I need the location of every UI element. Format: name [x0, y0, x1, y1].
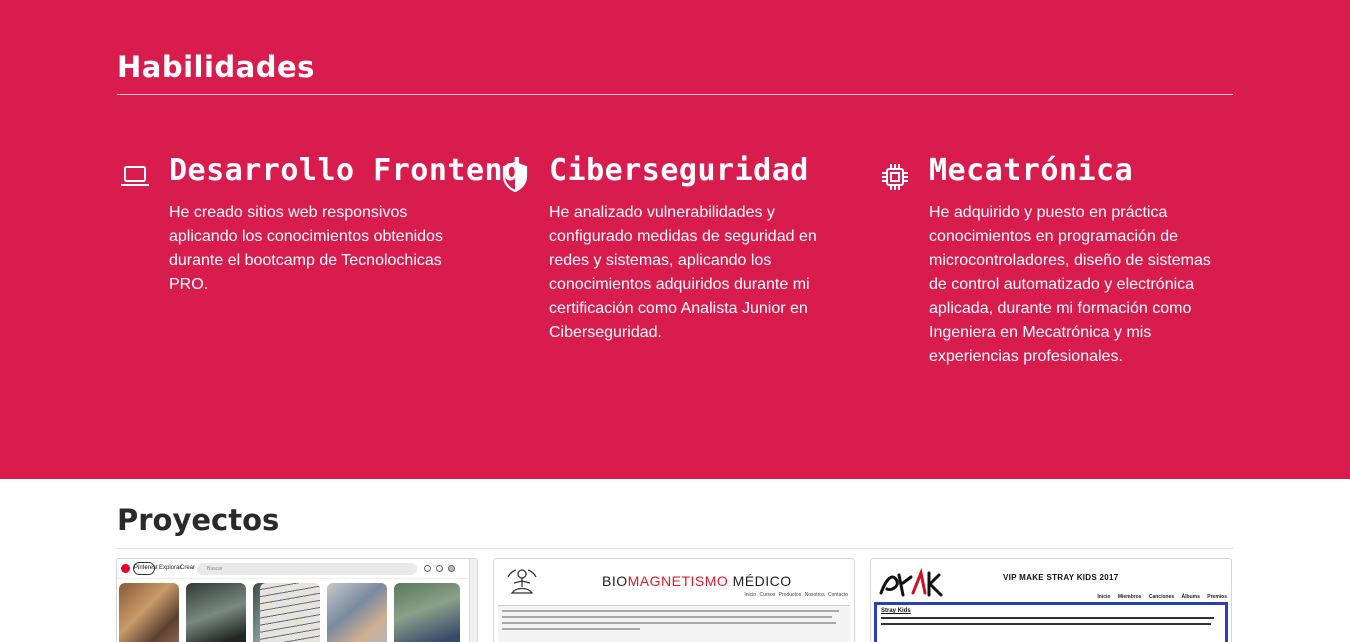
preview-site-title: BIOMAGNETISMO MÉDICO: [602, 573, 792, 589]
message-icon: [436, 565, 443, 572]
project-card-stray-kids[interactable]: VIP MAKE STRAY KIDS 2017 Inicio Miembros…: [870, 558, 1232, 642]
pinterest-logo: Pinterest: [133, 562, 158, 575]
stray-kids-logo-icon: [877, 567, 947, 601]
shield-icon: [497, 159, 533, 195]
skill-description: He creado sitios web responsivos aplican…: [169, 204, 443, 293]
title-prefix: BIO: [602, 573, 628, 589]
preview-site-title: VIP MAKE STRAY KIDS 2017: [1003, 573, 1119, 582]
avatar-icon: [448, 565, 455, 572]
preview-nav: Inicio Cursos Productos Nosotros Contact…: [744, 592, 848, 598]
project-preview-header: Pinterest Explorar Crear Buscar: [117, 559, 477, 579]
preview-pin: [119, 583, 179, 642]
notification-icon: [424, 565, 431, 572]
skills-divider: [117, 94, 1233, 95]
preview-nav-explore: Explorar: [159, 565, 182, 571]
preview-pin: [327, 583, 387, 642]
preview-section-label: Stray Kids: [881, 608, 911, 614]
title-accent: MAGNETISMO: [627, 573, 729, 589]
preview-nav: Inicio Miembros Canciones Álbums Premios: [1097, 594, 1227, 600]
skill-description: He adquirido y puesto en práctica conoci…: [929, 204, 1211, 365]
projects-title: Proyectos: [117, 503, 280, 537]
chip-icon: [877, 159, 913, 195]
meditation-logo-icon: [504, 565, 540, 601]
preview-search: Buscar: [197, 563, 417, 575]
project-card-biomagnetismo[interactable]: BIOMAGNETISMO MÉDICO Inicio Cursos Produ…: [493, 558, 855, 642]
preview-nav-create: Crear: [180, 565, 196, 571]
skill-name: Desarrollo Frontend: [169, 153, 522, 188]
preview-content-panel: Stray Kids: [874, 602, 1228, 642]
preview-scrollbar: [469, 559, 477, 642]
skills-title: Habilidades: [117, 50, 315, 84]
skills-section: Habilidades Desarrollo Frontend He cread…: [0, 0, 1350, 479]
skill-description: He analizado vulnerabilidades y configur…: [549, 204, 817, 341]
preview-body-text: [498, 605, 850, 642]
preview-pin: [394, 583, 460, 642]
pinterest-logo-icon: [121, 564, 130, 573]
title-suffix: MÉDICO: [728, 573, 792, 589]
skill-name: Mecatrónica: [929, 153, 1134, 188]
preview-pin: [186, 583, 246, 642]
laptop-icon: [117, 159, 153, 195]
preview-pin: [260, 583, 320, 642]
project-card-pinterest[interactable]: Pinterest Explorar Crear Buscar: [116, 558, 478, 642]
projects-divider: [117, 548, 1233, 549]
skill-name: Ciberseguridad: [549, 153, 809, 188]
